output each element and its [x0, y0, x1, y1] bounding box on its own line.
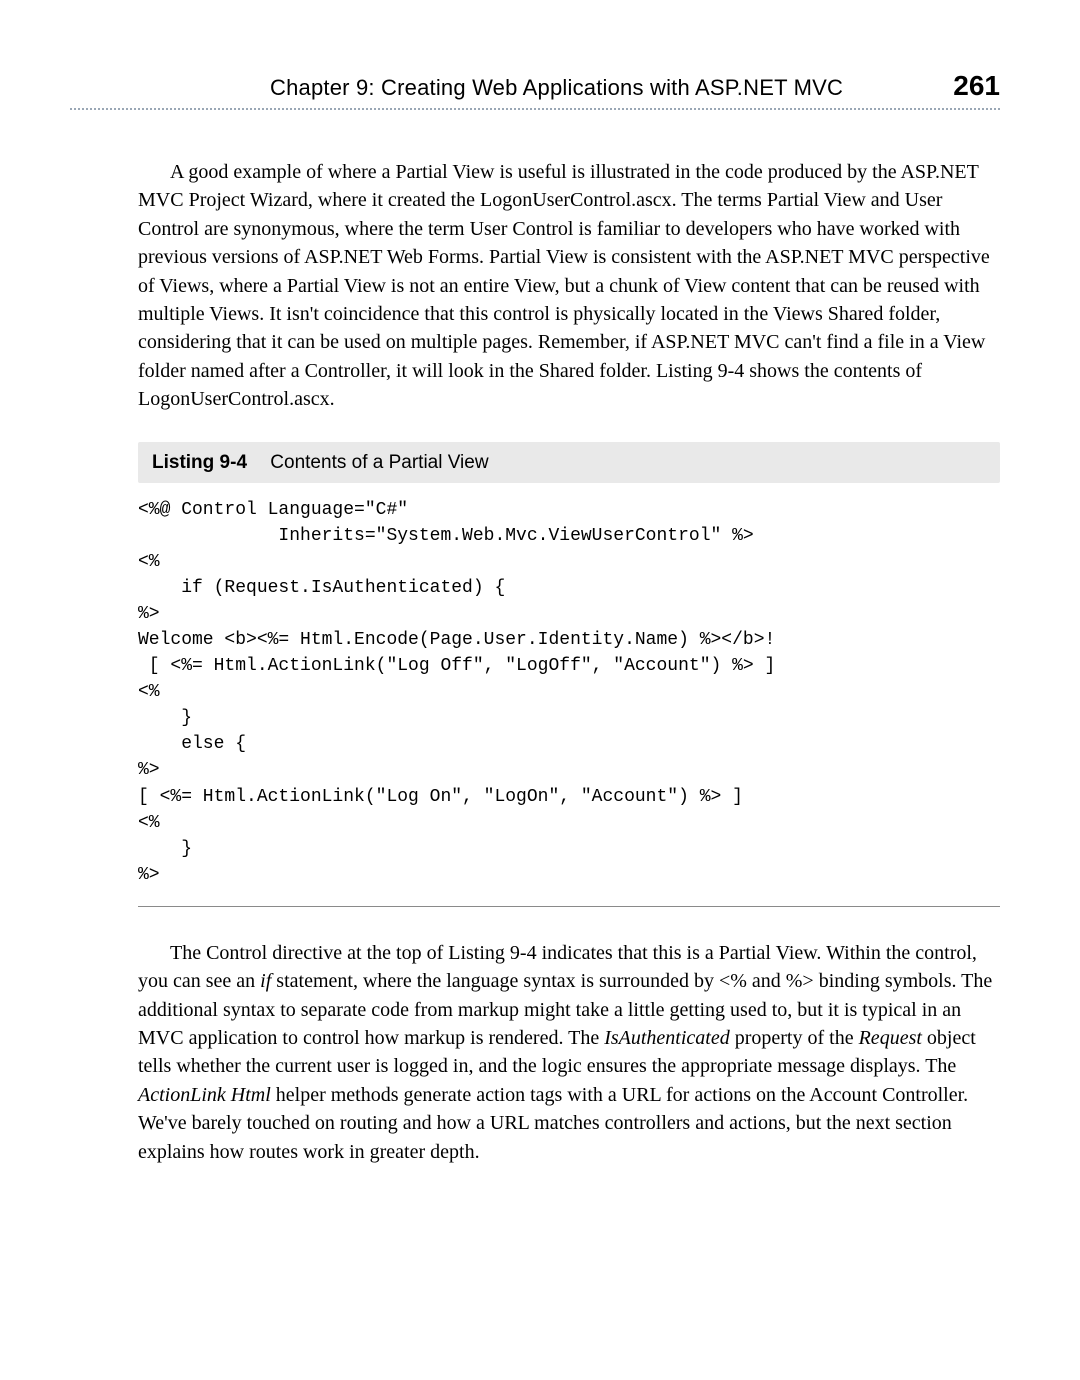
paragraph-text: A good example of where a Partial View i…: [138, 161, 990, 410]
italic-if: if: [260, 970, 271, 992]
italic-actionlink: ActionLink Html: [138, 1084, 271, 1106]
listing-label: Listing 9-4: [152, 452, 247, 473]
page-number: 261: [953, 70, 1000, 102]
italic-request: Request: [859, 1027, 922, 1049]
code-listing: <%@ Control Language="C#" Inherits="Syst…: [138, 497, 1000, 906]
page: Chapter 9: Creating Web Applications wit…: [0, 0, 1080, 1244]
p2-part-c: property of the: [730, 1027, 859, 1049]
body-paragraph-2: The Control directive at the top of List…: [138, 939, 1000, 1166]
header-divider: [70, 108, 1000, 110]
listing-title: Contents of a Partial View: [270, 452, 488, 473]
running-header: Chapter 9: Creating Web Applications wit…: [270, 70, 1000, 102]
listing-header: Listing 9-4 Contents of a Partial View: [138, 442, 1000, 483]
chapter-label: Chapter 9: Creating Web Applications wit…: [270, 75, 933, 101]
listing-divider: [138, 906, 1000, 907]
body-paragraph-1: A good example of where a Partial View i…: [138, 158, 1000, 414]
italic-isauthenticated: IsAuthenticated: [604, 1027, 730, 1049]
